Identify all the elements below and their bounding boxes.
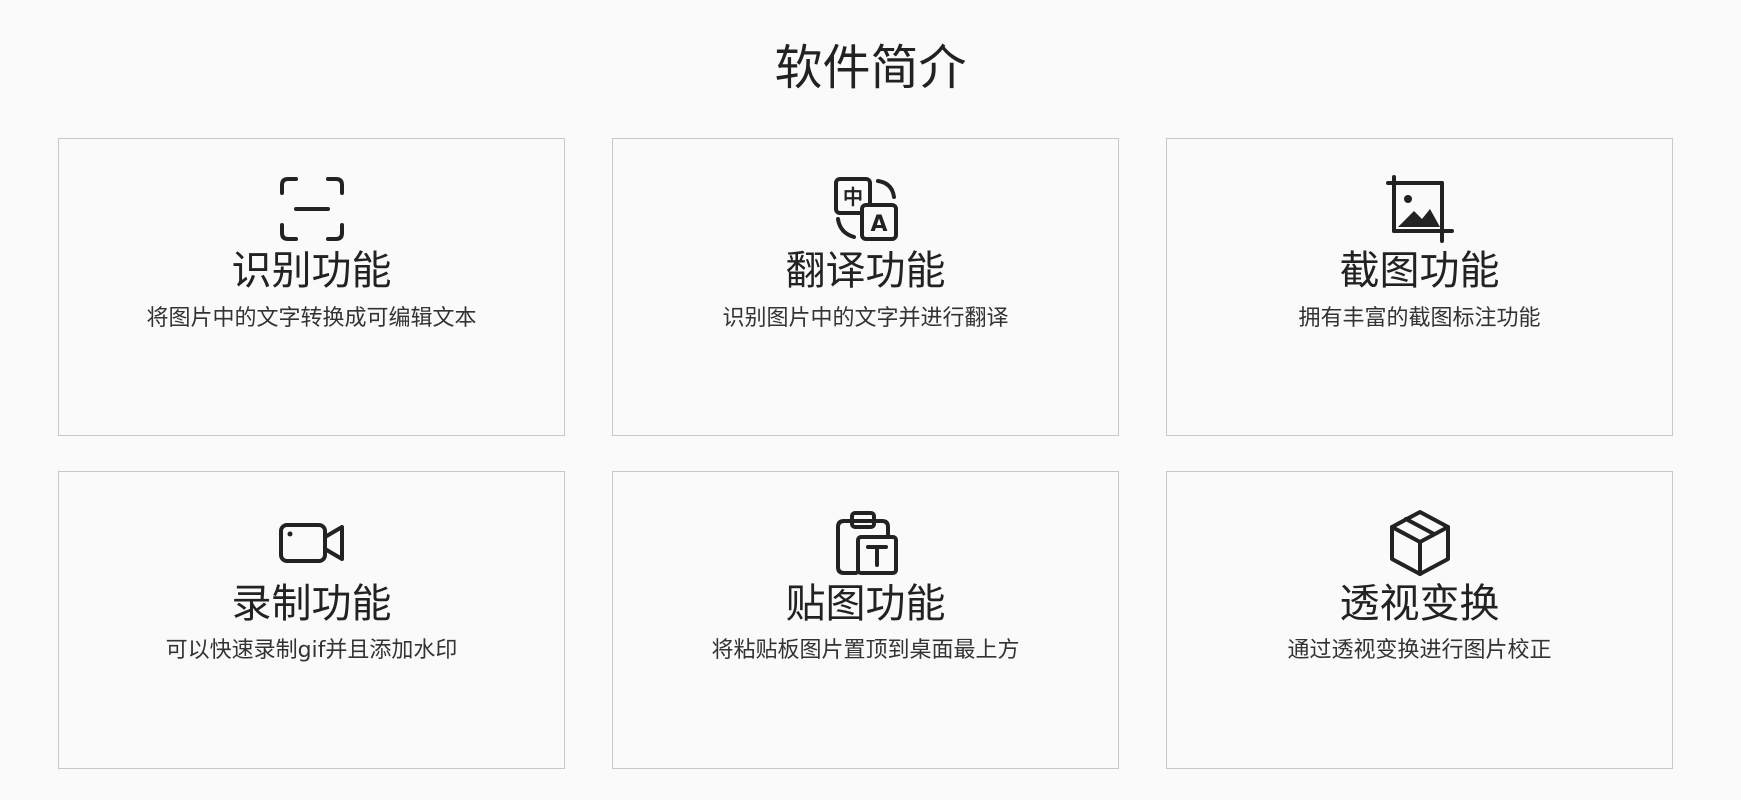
cube-icon xyxy=(1386,509,1454,577)
video-camera-icon xyxy=(278,509,346,577)
feature-card-pin-image: 贴图功能 将粘贴板图片置顶到桌面最上方 xyxy=(612,471,1119,769)
page-title: 软件简介 xyxy=(774,40,967,96)
feature-card-perspective: 透视变换 通过透视变换进行图片校正 xyxy=(1166,471,1673,769)
scan-icon xyxy=(278,175,346,243)
translate-icon: 中 A xyxy=(832,175,900,243)
clipboard-text-icon xyxy=(832,509,900,577)
svg-text:中: 中 xyxy=(843,185,863,209)
feature-description: 将图片中的文字转换成可编辑文本 xyxy=(146,306,477,331)
feature-title: 截图功能 xyxy=(1339,248,1500,294)
feature-description: 通过透视变换进行图片校正 xyxy=(1287,638,1552,663)
feature-card-translation: 中 A 翻译功能 识别图片中的文字并进行翻译 xyxy=(612,138,1119,436)
feature-description: 可以快速录制gif并且添加水印 xyxy=(165,638,458,663)
feature-title: 翻译功能 xyxy=(785,248,946,294)
crop-image-icon xyxy=(1385,175,1454,243)
feature-card-recognition: 识别功能 将图片中的文字转换成可编辑文本 xyxy=(58,138,565,436)
feature-title: 录制功能 xyxy=(231,581,392,627)
feature-card-screenshot: 截图功能 拥有丰富的截图标注功能 xyxy=(1166,138,1673,436)
feature-card-recording: 录制功能 可以快速录制gif并且添加水印 xyxy=(58,471,565,769)
feature-description: 将粘贴板图片置顶到桌面最上方 xyxy=(711,638,1020,663)
feature-title: 透视变换 xyxy=(1339,581,1500,627)
feature-title: 识别功能 xyxy=(231,248,392,294)
feature-title: 贴图功能 xyxy=(785,581,946,627)
svg-text:A: A xyxy=(870,212,887,237)
feature-description: 拥有丰富的截图标注功能 xyxy=(1298,306,1541,331)
feature-description: 识别图片中的文字并进行翻译 xyxy=(722,306,1009,331)
